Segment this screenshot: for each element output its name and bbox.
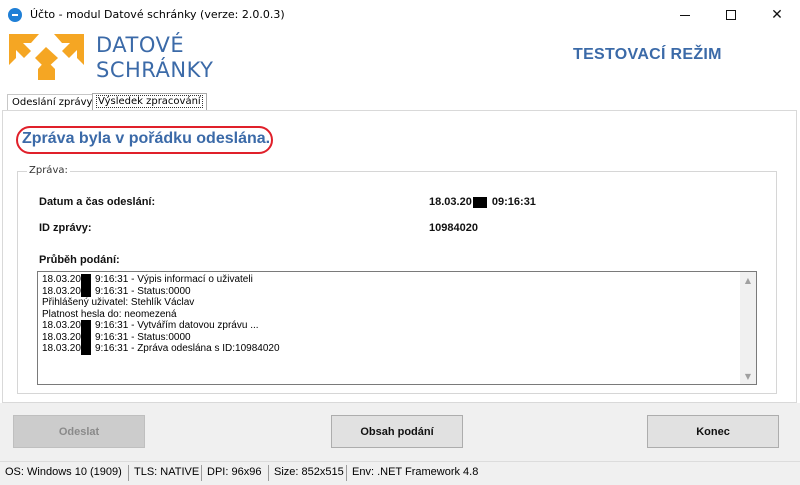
title-bar: Účto - modul Datové schránky (verze: 2.0…: [0, 0, 800, 30]
progress-label: Průběh podání:: [39, 254, 120, 266]
log-line: 18.03.20 9:16:31 - Vytvářím datovou zpráv…: [42, 320, 259, 332]
status-divider: [346, 465, 347, 481]
message-id-value: 10984020: [429, 222, 478, 234]
status-bar: OS: Windows 10 (1909) TLS: NATIVE DPI: 9…: [0, 461, 800, 485]
sent-time: 09:16:31: [491, 196, 536, 208]
tab-label: Výsledek zpracování: [96, 95, 203, 108]
window-title: Účto - modul Datové schránky (verze: 2.0…: [30, 8, 285, 21]
tab-send-message[interactable]: Odeslání zprávy: [7, 94, 98, 110]
sent-datetime-label: Datum a čas odeslání:: [39, 196, 156, 208]
redaction-block: [80, 331, 91, 343]
status-os: OS: Windows 10 (1909): [5, 466, 122, 478]
log-line: Platnost hesla do: neomezená: [42, 308, 177, 320]
brand-line-2: SCHRÁNKY: [96, 58, 214, 82]
status-tls: TLS: NATIVE: [134, 466, 200, 478]
tab-label: Odeslání zprávy: [12, 97, 93, 108]
status-divider: [128, 465, 129, 481]
minimize-button[interactable]: [662, 0, 708, 30]
button-bar: Odeslat Obsah podání Konec: [0, 403, 800, 461]
groupbox-title: Zpráva:: [27, 165, 70, 176]
redaction-block: [80, 320, 91, 332]
log-scrollbar[interactable]: ▲ ▼: [740, 272, 756, 384]
progress-log[interactable]: 18.03.20 9:16:31 - Výpis informací o uživ…: [37, 271, 757, 385]
header-banner: DATOVÉ SCHRÁNKY TESTOVACÍ REŽIM: [0, 30, 800, 88]
log-line: 18.03.20 9:16:31 - Výpis informací o uživ…: [42, 274, 253, 286]
redaction-block: [472, 196, 487, 208]
log-line: 18.03.20 9:16:31 - Status:0000: [42, 285, 191, 297]
app-icon: [8, 8, 22, 22]
end-button[interactable]: Konec: [647, 415, 779, 448]
log-lines: 18.03.20 9:16:31 - Výpis informací o uživ…: [42, 274, 738, 355]
redaction-block: [80, 343, 91, 355]
success-highlight: [16, 126, 273, 154]
scroll-down-icon[interactable]: ▼: [740, 368, 756, 384]
close-icon: ✕: [771, 7, 783, 23]
sent-datetime-value: 18.03.20 09:16:31: [429, 196, 536, 208]
tab-strip: Odeslání zprávy Výsledek zpracování: [0, 92, 800, 111]
status-env: Env: .NET Framework 4.8: [352, 466, 479, 478]
log-line: 18.03.20 9:16:31 - Status:0000: [42, 331, 191, 343]
submission-content-button[interactable]: Obsah podání: [331, 415, 463, 448]
minimize-icon: [680, 14, 690, 16]
tab-processing-result[interactable]: Výsledek zpracování: [92, 93, 207, 111]
brand-name: DATOVÉ SCHRÁNKY: [96, 33, 213, 83]
test-mode-label: TESTOVACÍ REŽIM: [573, 46, 722, 63]
redaction-block: [80, 285, 91, 297]
message-id-label: ID zprávy:: [39, 222, 92, 234]
log-line: Přihlášený uživatel: Stehlík Václav: [42, 297, 195, 308]
maximize-icon: [726, 10, 736, 20]
datove-schranky-logo: [9, 34, 84, 80]
scroll-up-icon[interactable]: ▲: [740, 272, 756, 288]
sent-date-prefix: 18.03.20: [429, 196, 472, 208]
brand-line-1: DATOVÉ: [96, 33, 185, 57]
log-line: 18.03.20 9:16:31 - Zpráva odeslána s ID:1…: [42, 343, 280, 355]
status-size: Size: 852x515: [274, 466, 344, 478]
status-divider: [268, 465, 269, 481]
close-button[interactable]: ✕: [754, 0, 800, 30]
status-divider: [201, 465, 202, 481]
redaction-block: [80, 274, 91, 286]
maximize-button[interactable]: [708, 0, 754, 30]
status-dpi: DPI: 96x96: [207, 466, 262, 478]
send-button[interactable]: Odeslat: [13, 415, 145, 448]
